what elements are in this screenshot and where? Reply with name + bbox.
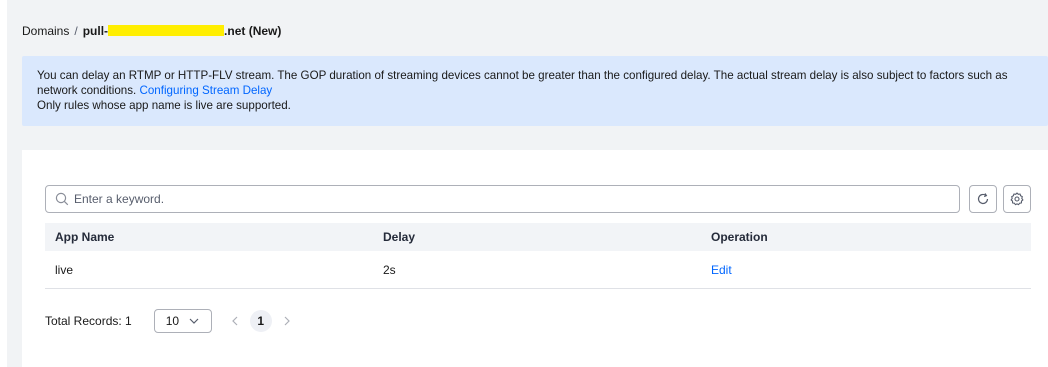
breadcrumb-domains-link[interactable]: Domains [22,24,69,38]
notice-paragraph: You can delay an RTMP or HTTP-FLV stream… [37,68,1034,98]
table-row: live 2s Edit [45,251,1031,289]
configuring-stream-delay-link[interactable]: Configuring Stream Delay [139,84,272,97]
cell-app-name: live [55,262,74,277]
cell-operation: Edit [701,263,1031,277]
chevron-down-icon [189,318,199,324]
column-header-operation: Operation [711,230,768,244]
edit-link[interactable]: Edit [711,263,732,277]
breadcrumb-domain-suffix: .net (New) [224,24,282,38]
page-size-select[interactable]: 10 [153,309,212,333]
page-container: Domains / pull- .net (New) You can delay… [7,0,1048,367]
refresh-icon [977,193,989,205]
page-number-current[interactable]: 1 [249,310,272,332]
search-box[interactable] [45,185,960,213]
settings-button[interactable] [1003,185,1031,213]
redaction-mark [108,25,225,36]
breadcrumb: Domains / pull- .net (New) [22,24,281,38]
breadcrumb-current: pull- .net (New) [83,24,282,38]
cell-delay: 2s [383,262,396,277]
column-header-delay: Delay [383,230,416,244]
chevron-right-icon [284,316,290,326]
info-notice: You can delay an RTMP or HTTP-FLV stream… [22,56,1048,126]
total-records: Total Records: 1 [45,314,132,328]
refresh-button[interactable] [969,185,997,213]
content-card: App Name Delay Operation live 2s Edit To… [22,150,1048,367]
page-size-value: 10 [165,314,180,328]
prev-page-button[interactable] [224,309,246,333]
next-page-button[interactable] [276,309,298,333]
breadcrumb-separator: / [74,24,78,38]
chevron-left-icon [231,316,238,326]
notice-note: Only rules whose app name is live are su… [37,99,291,112]
table-header: App Name Delay Operation [45,223,1031,251]
gear-icon [1010,192,1024,206]
search-icon [55,192,69,206]
column-header-app-name: App Name [55,230,115,244]
search-input[interactable] [74,192,954,206]
pagination: Total Records: 1 10 1 [45,309,298,333]
toolbar [45,185,1031,213]
breadcrumb-domain-prefix: pull- [82,24,109,38]
stream-delay-table: App Name Delay Operation live 2s Edit [45,223,1031,289]
